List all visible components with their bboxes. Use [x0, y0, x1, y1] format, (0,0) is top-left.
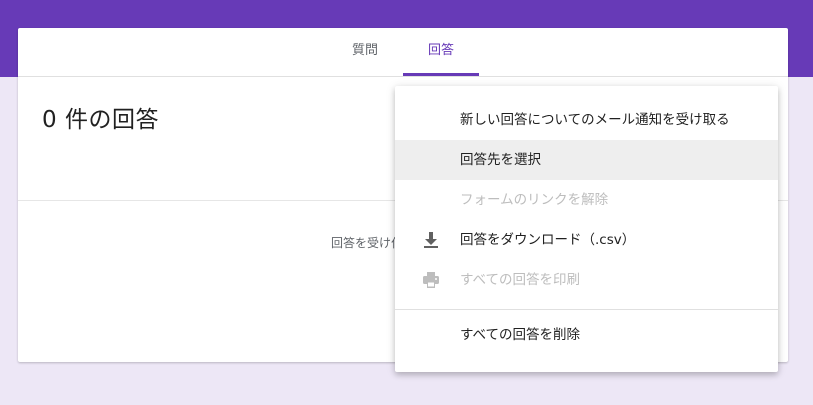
menu-item-email-notifications[interactable]: 新しい回答についてのメール通知を受け取る [395, 100, 778, 140]
menu-item-download-csv[interactable]: 回答をダウンロード（.csv） [395, 220, 778, 260]
menu-item-label: 新しい回答についてのメール通知を受け取る [460, 112, 730, 128]
accepting-responses-text: 回答を受け付 [331, 236, 404, 250]
menu-item-label: 回答先を選択 [460, 152, 541, 168]
response-count-title: 0 件の回答 [42, 107, 159, 133]
menu-item-print-all: すべての回答を印刷 [395, 260, 778, 300]
responses-more-menu: 新しい回答についてのメール通知を受け取る 回答先を選択 フォームのリンクを解除 … [395, 86, 778, 372]
menu-item-label: 回答をダウンロード（.csv） [460, 232, 636, 248]
menu-item-label: すべての回答を削除 [460, 327, 581, 343]
download-icon [421, 230, 441, 250]
menu-item-select-destination[interactable]: 回答先を選択 [395, 140, 778, 180]
menu-item-delete-all[interactable]: すべての回答を削除 [395, 315, 778, 355]
menu-item-label: すべての回答を印刷 [460, 272, 581, 288]
menu-divider [395, 309, 778, 310]
print-icon [421, 270, 441, 290]
menu-item-unlink-form: フォームのリンクを解除 [395, 180, 778, 220]
menu-item-label: フォームのリンクを解除 [460, 192, 609, 208]
tab-questions[interactable]: 質問 [336, 28, 394, 74]
tab-bar: 質問 回答 [18, 28, 788, 77]
tab-responses[interactable]: 回答 [403, 28, 479, 76]
